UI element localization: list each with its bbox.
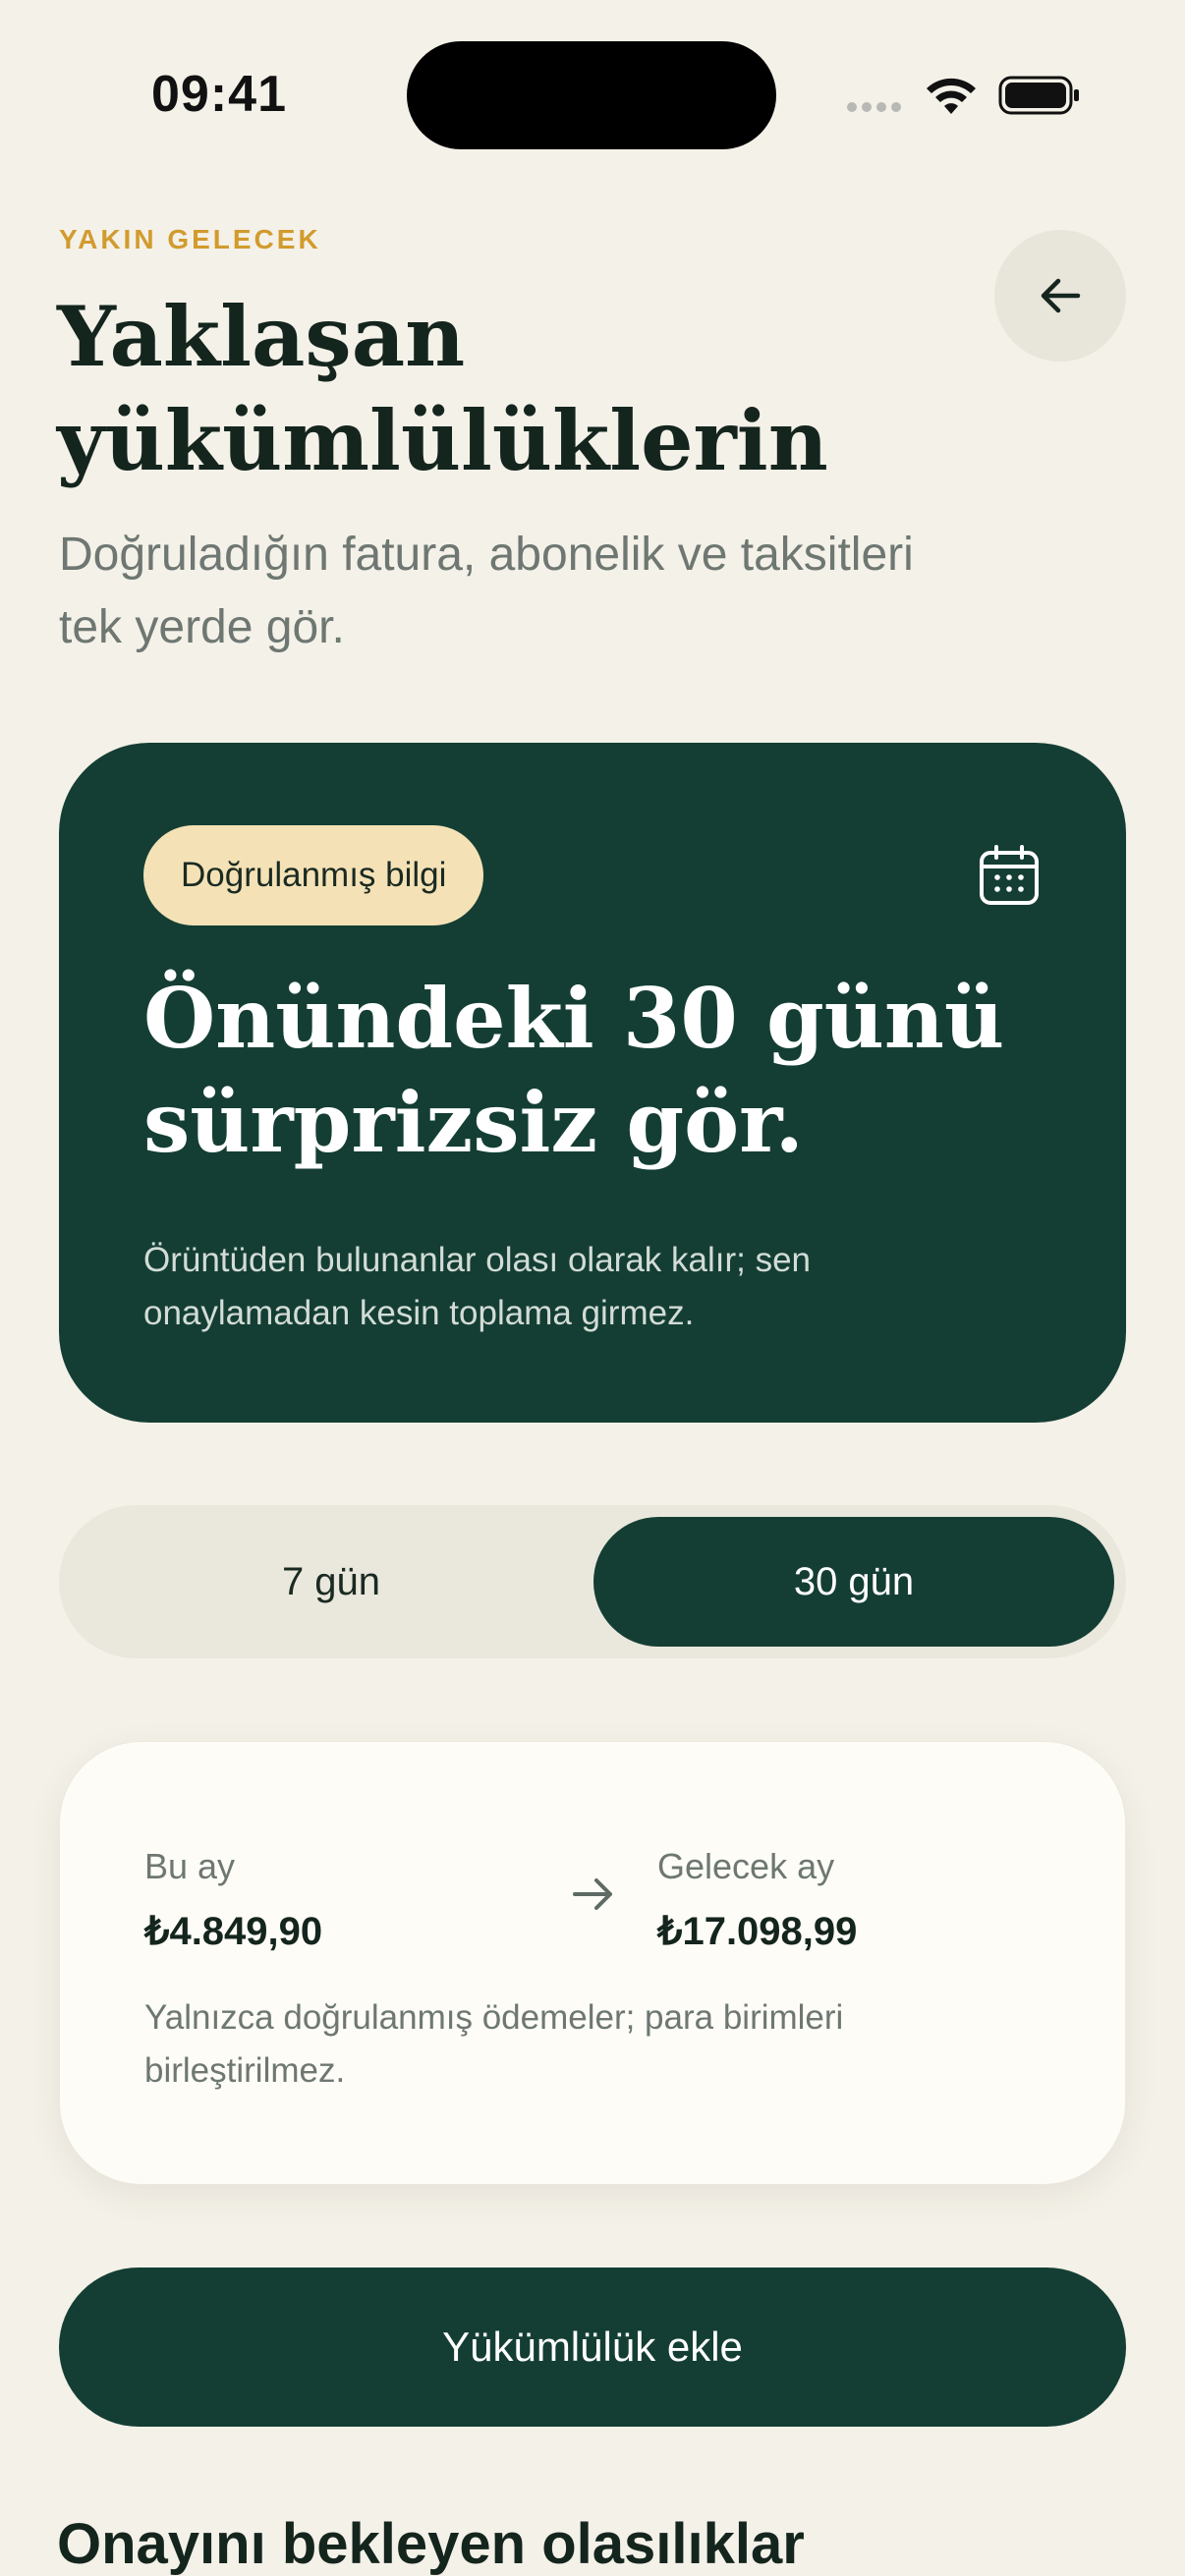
- page-title-line-2: yükümlülüklerin: [57, 392, 828, 489]
- hero-note-line-2: onaylamadan kesin toplama girmez.: [143, 1294, 695, 1332]
- page-title: Yaklaşan yükümlülüklerin: [57, 285, 941, 493]
- upcoming-obligations-screen: 09:41 YAKIN GELECEK Yaklaşan yükümlülükl…: [0, 0, 1185, 2576]
- next-month-total: ₺17.098,99: [657, 1910, 858, 1953]
- section-eyebrow: YAKIN GELECEK: [59, 224, 321, 254]
- arrow-left-icon: [1041, 278, 1081, 313]
- hero-card: Doğrulanmış bilgi Önündeki 30 günü sürpr…: [59, 743, 1126, 1423]
- add-obligation-button[interactable]: Yükümlülük ekle: [59, 2268, 1126, 2427]
- hero-title-line-1: Önündeki 30 günü: [143, 970, 1005, 1067]
- pending-possibilities-title: Onayını bekleyen olasılıklar: [57, 2512, 805, 2576]
- hero-note: Örüntüden bulunanlar olası olarak kalır;…: [143, 1234, 1028, 1340]
- summary-note-line-1: Yalnızca doğrulanmış ödemeler; para biri…: [144, 1998, 844, 2037]
- range-option-30-days[interactable]: 30 gün: [593, 1517, 1114, 1647]
- page-title-line-1: Yaklaşan: [57, 288, 466, 385]
- calendar-icon: [980, 845, 1039, 905]
- verified-badge: Doğrulanmış bilgi: [143, 825, 484, 925]
- summary-note-line-2: birleştirilmez.: [144, 2051, 346, 2090]
- range-option-7-days[interactable]: 7 gün: [71, 1517, 592, 1647]
- totals-summary-card: Bu ay ₺4.849,90 Gelecek ay ₺17.098,99 Ya…: [59, 1741, 1126, 2185]
- range-toggle: 7 gün 30 gün: [59, 1505, 1126, 1658]
- arrow-right-icon: [573, 1878, 612, 1910]
- next-month-label: Gelecek ay: [657, 1846, 835, 1886]
- status-time: 09:41: [151, 66, 287, 123]
- hero-title: Önündeki 30 günü sürprizsiz gör.: [143, 967, 1067, 1175]
- summary-note: Yalnızca doğrulanmış ödemeler; para biri…: [144, 1991, 1029, 2098]
- wifi-icon: [927, 78, 976, 114]
- cellular-signal-icon: [847, 102, 901, 112]
- battery-icon: [998, 76, 1079, 115]
- hero-note-line-1: Örüntüden bulunanlar olası olarak kalır;…: [143, 1241, 812, 1279]
- page-subtitle-line-2: tek yerde gör.: [59, 601, 345, 653]
- back-button[interactable]: [994, 230, 1126, 362]
- hero-title-line-2: sürprizsiz gör.: [143, 1074, 804, 1171]
- dynamic-island: [407, 41, 776, 149]
- this-month-label: Bu ay: [144, 1846, 236, 1886]
- page-subtitle-line-1: Doğruladığın fatura, abonelik ve taksitl…: [59, 529, 914, 581]
- this-month-total: ₺4.849,90: [144, 1910, 323, 1953]
- page-subtitle: Doğruladığın fatura, abonelik ve taksitl…: [59, 519, 1002, 664]
